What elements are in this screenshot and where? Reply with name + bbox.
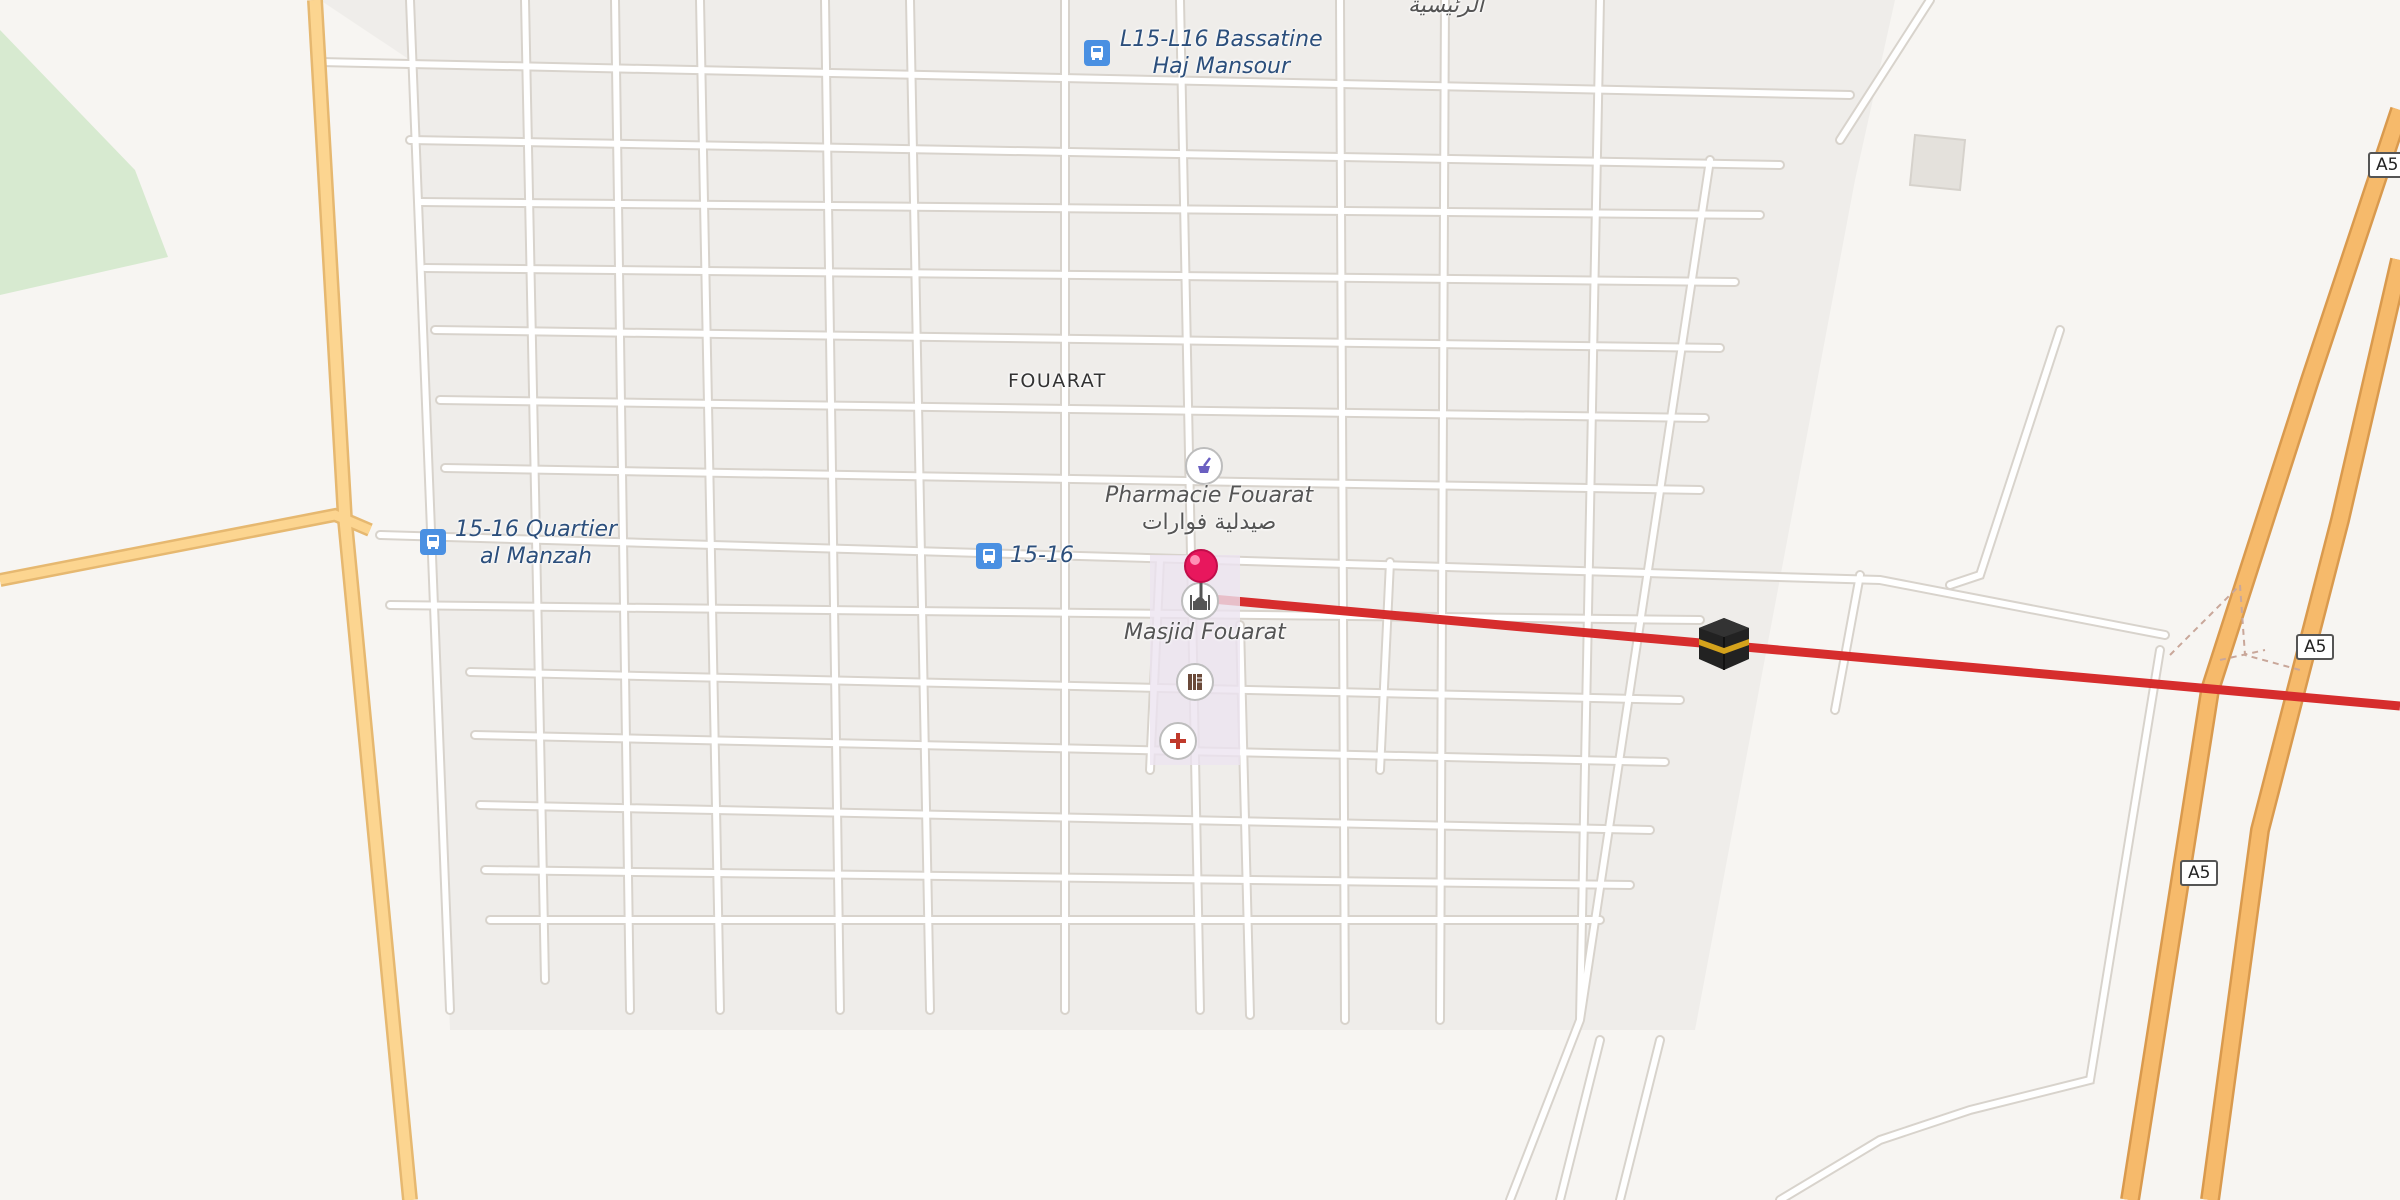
map-view[interactable]: الرئيسية FOUARAT L15-L16 Bassatine Haj M… [0, 0, 2400, 1200]
library-icon[interactable] [1176, 663, 1214, 701]
highway-shield-a5: A5 [2368, 152, 2400, 178]
arabic-street-label: الرئيسية [1408, 0, 1484, 18]
place-label-fouarat: FOUARAT [1008, 370, 1107, 392]
bus-stop-label[interactable]: 15-16 [1010, 542, 1074, 569]
bus-stop-icon[interactable] [976, 543, 1002, 569]
mosque-icon[interactable] [1181, 582, 1219, 620]
pharmacy-label[interactable]: Pharmacie Fouarat صيدلية فوارات [1105, 482, 1313, 536]
bus-stop-name-line1: L15-L16 Bassatine [1120, 27, 1323, 52]
pharmacy-name-ar: صيدلية فوارات [1141, 510, 1277, 535]
kaaba-icon[interactable] [1695, 615, 1753, 673]
park-area [0, 30, 168, 295]
highway-shield-a5: A5 [2296, 634, 2335, 660]
building [1908, 133, 1967, 192]
pharmacy-name: Pharmacie Fouarat [1105, 483, 1314, 508]
bus-stop-icon[interactable] [1084, 40, 1110, 66]
bus-stop-name-line1: 15-16 Quartier [455, 517, 618, 542]
bus-stop-icon[interactable] [420, 529, 446, 555]
pharmacy-mortar-icon[interactable] [1185, 447, 1223, 485]
bus-stop-label[interactable]: 15-16 Quartier al Manzah [455, 516, 617, 570]
medical-cross-icon[interactable] [1159, 722, 1197, 760]
bus-stop-label[interactable]: L15-L16 Bassatine Haj Mansour [1120, 26, 1323, 80]
bus-stop-name-line2: al Manzah [480, 544, 592, 569]
bus-stop-name-line2: Haj Mansour [1152, 54, 1291, 79]
mosque-label[interactable]: Masjid Fouarat [1124, 619, 1286, 646]
highway-shield-a5: A5 [2180, 860, 2219, 886]
